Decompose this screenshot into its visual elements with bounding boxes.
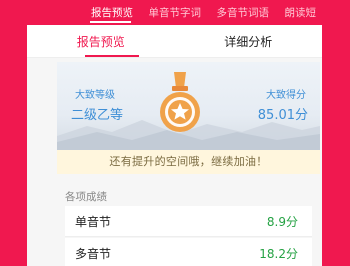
top-tab-bar: 报告预览 单音节字词 多音节词语 朗读短: [27, 0, 322, 25]
subtab-report-preview[interactable]: 报告预览: [27, 33, 175, 50]
row-divider: [65, 236, 312, 237]
tab-report-preview[interactable]: 报告预览: [91, 5, 133, 20]
score-label: 大致得分: [266, 90, 306, 101]
score-row-multi-syllable[interactable]: 多音节 18.2分: [65, 238, 312, 266]
active-tab-indicator: [90, 21, 131, 23]
tab-reading[interactable]: 朗读短: [285, 5, 317, 20]
report-screen: 报告预览 单音节字词 多音节词语 朗读短 报告预览 详细分析 大致等级 二级乙等…: [27, 0, 322, 266]
encourage-banner: 还有提升的空间哦，继续加油！: [57, 150, 320, 174]
level-value: 二级乙等: [71, 108, 124, 123]
medal-icon: [160, 72, 200, 132]
level-label: 大致等级: [75, 90, 115, 101]
summary-card: 大致等级 二级乙等 大致得分 85.01分: [57, 62, 320, 150]
score-value: 85.01分: [257, 108, 308, 123]
score-row-value: 18.2分: [259, 246, 298, 261]
tab-multi-syllable[interactable]: 多音节词语: [217, 5, 270, 20]
score-row-value: 8.9分: [266, 214, 298, 229]
subtab-detailed-analysis[interactable]: 详细分析: [175, 33, 323, 50]
score-row-single-syllable[interactable]: 单音节 8.9分: [65, 206, 312, 236]
active-subtab-indicator: [85, 55, 139, 57]
section-title: 各项成绩: [65, 191, 107, 203]
tab-single-syllable[interactable]: 单音节字词: [149, 5, 202, 20]
sub-tab-bar: 报告预览 详细分析: [27, 25, 322, 58]
score-row-name: 多音节: [75, 246, 112, 261]
score-row-name: 单音节: [75, 214, 112, 229]
